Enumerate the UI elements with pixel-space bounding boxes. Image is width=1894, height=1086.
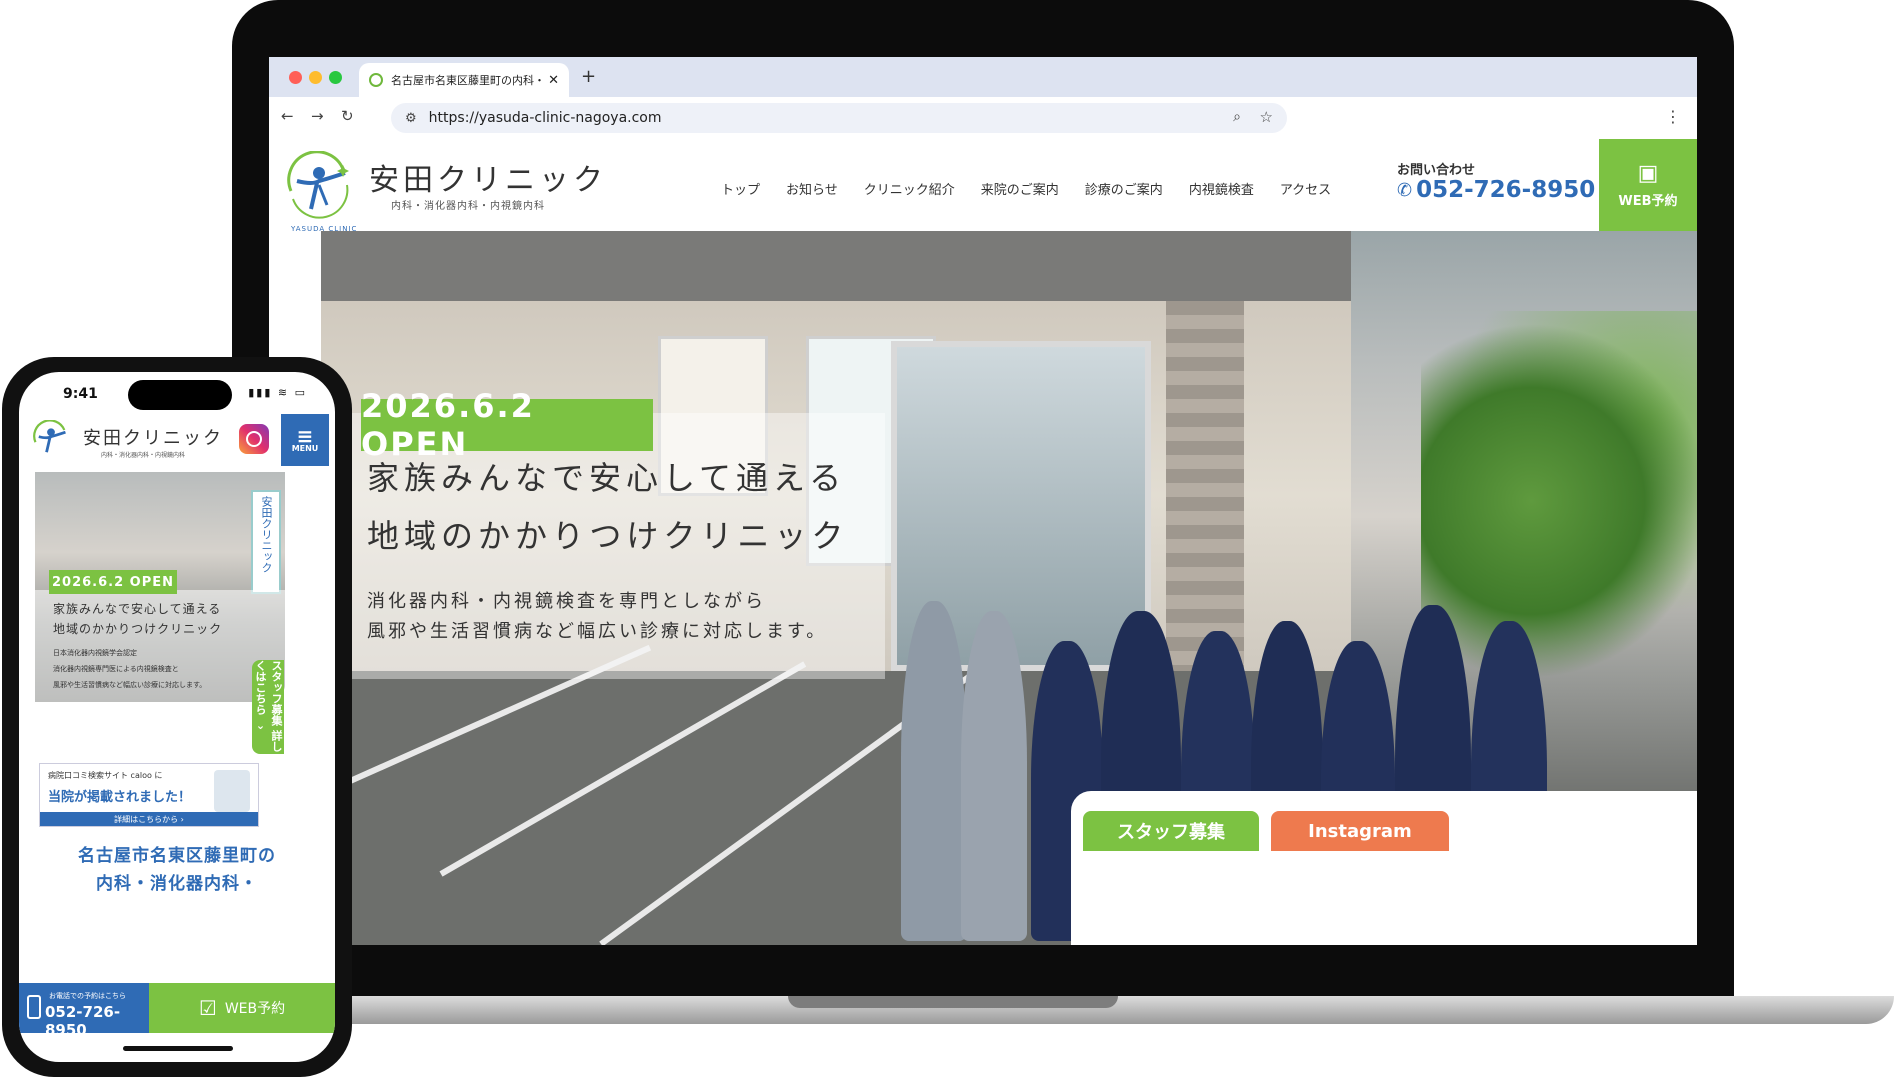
web-reserve-button[interactable]: ▣ WEB予約 bbox=[1599, 139, 1697, 231]
banner-headline: 当院が掲載されました！ bbox=[48, 790, 192, 805]
phone-section-heading: 名古屋市名東区藤里町の 内科・消化器内科・ bbox=[19, 842, 335, 898]
browser-toolbar: ← → ↻ ⚙ https://yasuda-clinic-nagoya.com… bbox=[269, 97, 1697, 139]
phone-heading-line-2: 内科・消化器内科・ bbox=[96, 874, 258, 894]
bookmark-star-icon[interactable]: ☆ bbox=[1260, 108, 1273, 126]
laptop-screen: 名古屋市名東区藤里町の内科・消 ✕ + ← → ↻ ⚙ https://yasu… bbox=[269, 57, 1697, 945]
hero-subtext-1: 消化器内科・内視鏡検査を専門としながら bbox=[367, 591, 766, 612]
close-window-button[interactable] bbox=[289, 71, 302, 84]
tab-title: 名古屋市名東区藤里町の内科・消 bbox=[391, 74, 543, 87]
banner-more-link[interactable]: 詳細はこちらから › bbox=[40, 812, 258, 826]
contact-label: お問い合わせ bbox=[1397, 163, 1476, 178]
nav-item-news[interactable]: お知らせ bbox=[786, 179, 838, 198]
site-settings-icon[interactable]: ⚙ bbox=[405, 111, 417, 126]
home-indicator bbox=[123, 1046, 233, 1051]
hero-headline-2: 地域のかかりつけクリニック bbox=[367, 517, 849, 555]
phone-subtext-2: 消化器内視鏡専門医による内視鏡検査と bbox=[53, 665, 179, 673]
smartphone: 9:41 ▮▮▮ ≋ ▭ 安田クリニック 内科・消化器内科・内視鏡内科 ≡ ME… bbox=[2, 357, 352, 1077]
clinic-sign: 安田クリニック bbox=[251, 490, 281, 594]
nav-item-endoscopy[interactable]: 内視鏡検査 bbox=[1189, 179, 1254, 198]
phone-web-reserve-label: WEB予約 bbox=[224, 1001, 286, 1017]
clinic-logo-icon[interactable] bbox=[31, 420, 71, 460]
hero-image: 2026.6.2 OPEN 家族みんなで安心して通える 地域のかかりつけクリニッ… bbox=[321, 231, 1697, 945]
phone-hero-image: 安田クリニック 2026.6.2 OPEN 家族みんなで安心して通える 地域のか… bbox=[35, 472, 285, 702]
reload-icon[interactable]: ↻ bbox=[341, 107, 354, 125]
banner-caption: 病院口コミ検索サイト caloo に bbox=[48, 771, 163, 780]
staff-member bbox=[901, 601, 967, 941]
site-logo-subtitle: 内科・消化器内科・内視鏡内科 bbox=[391, 201, 545, 212]
staff-member bbox=[961, 611, 1027, 941]
zoom-icon[interactable]: ⌕ bbox=[1233, 109, 1241, 125]
phone-headline-1: 家族みんなで安心して通える bbox=[53, 602, 222, 616]
hero-headline-1: 家族みんなで安心して通える bbox=[367, 459, 847, 497]
phone-icon: ✆ bbox=[1397, 179, 1413, 201]
phone-heading-line-1: 名古屋市名東区藤里町の bbox=[78, 846, 276, 866]
minimize-window-button[interactable] bbox=[309, 71, 322, 84]
mobile-phone-icon bbox=[27, 995, 41, 1019]
browser-tab-strip: 名古屋市名東区藤里町の内科・消 ✕ + bbox=[269, 57, 1697, 97]
phone-headline-2: 地域のかかりつけクリニック bbox=[53, 622, 223, 636]
dynamic-island bbox=[128, 380, 232, 410]
forward-icon[interactable]: → bbox=[311, 107, 324, 125]
browser-menu-icon[interactable]: ⋮ bbox=[1665, 107, 1681, 126]
menu-label: MENU bbox=[291, 443, 319, 453]
phone-screen: 9:41 ▮▮▮ ≋ ▭ 安田クリニック 内科・消化器内科・内視鏡内科 ≡ ME… bbox=[19, 372, 335, 1062]
url-text: https://yasuda-clinic-nagoya.com bbox=[428, 110, 662, 126]
new-tab-button[interactable]: + bbox=[581, 66, 596, 87]
banner-phone-image bbox=[214, 770, 250, 812]
site-header: 安田クリニック 内科・消化器内科・内視鏡内科 YASUDA CLINIC トップ… bbox=[269, 139, 1697, 233]
nav-item-visit-guide[interactable]: 来院のご案内 bbox=[981, 179, 1059, 198]
phone-logo-title[interactable]: 安田クリニック bbox=[83, 424, 223, 450]
staff-recruit-button[interactable]: スタッフ募集 bbox=[1083, 811, 1259, 851]
tab-close-icon[interactable]: ✕ bbox=[548, 73, 559, 88]
nav-item-treatment[interactable]: 診療のご案内 bbox=[1085, 179, 1163, 198]
call-number: 052-726-8950 bbox=[45, 1003, 121, 1039]
status-icons: ▮▮▮ ≋ ▭ bbox=[248, 386, 307, 399]
back-icon[interactable]: ← bbox=[281, 107, 294, 125]
caloo-banner[interactable]: 病院口コミ検索サイト caloo に 当院が掲載されました！ 詳細はこちらから … bbox=[39, 763, 259, 827]
call-label: お電話での予約はこちら bbox=[49, 992, 126, 1000]
nav-item-access[interactable]: アクセス bbox=[1280, 179, 1331, 198]
staff-recruit-side-tab[interactable]: スタッフ募集 詳しくはこちら ⌄ bbox=[252, 660, 284, 754]
instagram-icon[interactable] bbox=[239, 424, 269, 454]
global-nav: トップ お知らせ クリニック紹介 来院のご案内 診療のご案内 内視鏡検査 アクセ… bbox=[721, 179, 1331, 198]
web-reserve-label: WEB予約 bbox=[1618, 194, 1678, 209]
phone-call-button[interactable]: お電話での予約はこちら 052-726-8950 bbox=[19, 983, 149, 1039]
favicon-icon bbox=[369, 73, 383, 87]
building-roof bbox=[321, 231, 1351, 301]
contact-phone-link[interactable]: ✆ 052-726-8950 bbox=[1397, 177, 1595, 203]
phone-web-reserve-button[interactable]: ☑ WEB予約 bbox=[149, 983, 335, 1033]
calendar-check-icon: ☑ bbox=[198, 996, 217, 1020]
site-logo-title[interactable]: 安田クリニック bbox=[369, 155, 607, 199]
phone-status-bar: 9:41 ▮▮▮ ≋ ▭ bbox=[19, 372, 335, 414]
phone-site-header: 安田クリニック 内科・消化器内科・内視鏡内科 ≡ MENU bbox=[19, 414, 335, 470]
composite-mockup: 名古屋市名東区藤里町の内科・消 ✕ + ← → ↻ ⚙ https://yasu… bbox=[0, 0, 1894, 1086]
nav-item-top[interactable]: トップ bbox=[721, 179, 760, 198]
maximize-window-button[interactable] bbox=[329, 71, 342, 84]
phone-open-badge: 2026.6.2 OPEN bbox=[49, 570, 177, 594]
clinic-logo-icon[interactable] bbox=[283, 151, 355, 223]
open-date-badge: 2026.6.2 OPEN bbox=[361, 387, 653, 463]
phone-logo-subtitle: 内科・消化器内科・内視鏡内科 bbox=[101, 452, 186, 459]
status-time: 9:41 bbox=[63, 386, 98, 402]
phone-subtext-1: 日本消化器内視鏡学会認定 bbox=[53, 649, 137, 657]
phone-subtext-3: 風邪や生活習慣病など幅広い診療に対応します。 bbox=[53, 681, 207, 689]
hero-subtext-2: 風邪や生活習慣病など幅広い診療に対応します。 bbox=[367, 621, 828, 642]
laptop-notch bbox=[788, 996, 1118, 1008]
hamburger-menu-button[interactable]: ≡ MENU bbox=[281, 414, 329, 466]
browser-tab[interactable]: 名古屋市名東区藤里町の内科・消 ✕ bbox=[359, 63, 569, 97]
address-bar[interactable]: ⚙ https://yasuda-clinic-nagoya.com ⌕ ☆ bbox=[391, 103, 1287, 133]
calendar-icon: ▣ bbox=[1637, 161, 1659, 186]
hamburger-icon: ≡ bbox=[296, 423, 314, 448]
nav-item-about[interactable]: クリニック紹介 bbox=[864, 179, 955, 198]
contact-phone-number: 052-726-8950 bbox=[1416, 177, 1596, 203]
instagram-button[interactable]: Instagram bbox=[1271, 811, 1449, 851]
